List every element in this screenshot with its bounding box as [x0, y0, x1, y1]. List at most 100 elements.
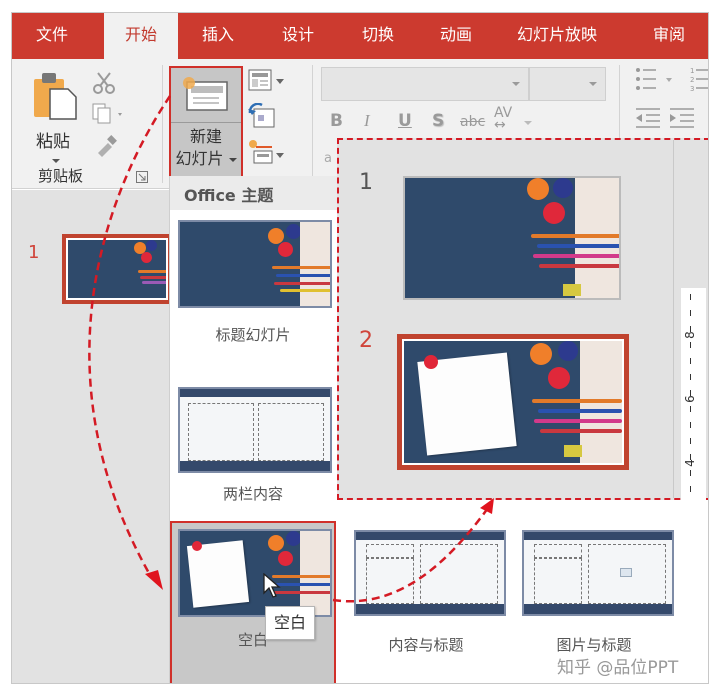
layout-title-slide[interactable]: 标题幻灯片 [170, 216, 336, 351]
header-band [180, 389, 330, 397]
pencils [138, 270, 166, 273]
slide-number: 1 [359, 170, 373, 195]
preview-slide-2[interactable] [397, 334, 629, 470]
dialog-launcher-icon[interactable] [136, 171, 148, 183]
font-name-combobox[interactable] [321, 67, 529, 101]
paste-dropdown-icon[interactable] [52, 159, 60, 163]
chevron-down-icon[interactable] [524, 121, 532, 125]
orange-ball [527, 178, 549, 200]
red-ball [278, 242, 293, 257]
section-icon[interactable] [248, 139, 288, 165]
tab-insert[interactable]: 插入 [184, 13, 252, 59]
red-pin [424, 355, 438, 369]
layout-thumbnail [354, 530, 506, 616]
paste-button[interactable]: 粘贴 [26, 67, 82, 167]
new-slide-button[interactable]: 新建 幻灯片 [169, 66, 243, 182]
reset-icon[interactable] [248, 103, 276, 129]
gallery-title: Office 主题 [184, 186, 274, 205]
ruler-tick [690, 310, 691, 316]
new-slide-label: 新建 幻灯片 [171, 126, 241, 170]
layout-thumbnail [178, 529, 332, 617]
bullets-icon[interactable] [634, 65, 684, 95]
hand-area [575, 178, 619, 298]
ruler-tick [690, 374, 691, 380]
pencils [142, 281, 166, 284]
tab-file[interactable]: 文件 [18, 13, 86, 59]
cut-icon[interactable] [92, 71, 116, 95]
pencils [276, 583, 330, 586]
layout-blank[interactable]: 空白 [170, 521, 336, 683]
layout-label: 两栏内容 [222, 485, 283, 503]
pencils [534, 419, 622, 423]
pencils [533, 254, 619, 258]
layout-tooltip: 空白 [265, 606, 315, 640]
increase-indent-icon[interactable] [668, 107, 696, 129]
tab-home[interactable]: 开始 [104, 13, 178, 59]
strikethrough-button[interactable]: abc [460, 114, 485, 130]
slide-number: 2 [359, 328, 373, 353]
pencils [538, 409, 622, 413]
hand-area [300, 531, 330, 615]
underline-button[interactable]: U [398, 111, 412, 131]
new-slide-label-line2: 幻灯片 [171, 148, 241, 170]
layout-picture-with-caption[interactable]: 图片与标题 [514, 528, 674, 658]
picture-icon [620, 568, 632, 577]
mouse-cursor-icon [263, 573, 281, 598]
layout-icon[interactable] [248, 69, 288, 93]
layout-thumbnail [178, 220, 332, 308]
numbering-icon[interactable]: 1 2 3 [690, 65, 709, 95]
ruler-tick [690, 486, 691, 492]
character-spacing-button[interactable]: AV ↔ [494, 106, 512, 132]
ruler-tick [690, 358, 691, 364]
decrease-indent-icon[interactable] [634, 107, 662, 129]
chevron-down-icon [228, 157, 237, 162]
text-placeholder [534, 558, 582, 604]
new-slide-icon [183, 77, 228, 111]
pencils [280, 289, 330, 292]
svg-text:2: 2 [690, 76, 694, 84]
svg-text:3: 3 [690, 85, 694, 93]
svg-text:1: 1 [690, 67, 694, 75]
new-slide-label-line1: 新建 [189, 127, 222, 146]
ruler-label: 4 [682, 459, 697, 467]
layout-label: 图片与标题 [556, 636, 632, 654]
footer-band [180, 461, 330, 471]
ruler-tick [690, 438, 691, 444]
text-shadow-button[interactable]: S [432, 111, 444, 131]
ruler-tick [690, 342, 691, 348]
slide-image [68, 240, 166, 298]
ruler-tick [690, 406, 691, 412]
content-placeholder [258, 403, 324, 461]
pencils [140, 276, 166, 279]
preview-slide-1[interactable] [403, 176, 621, 300]
new-slide-label-text: 幻灯片 [175, 149, 224, 168]
red-ball [278, 551, 293, 566]
text-placeholder [366, 558, 414, 604]
copy-icon[interactable] [92, 103, 126, 125]
slide-thumbnail-1[interactable] [62, 234, 172, 304]
pencils [531, 234, 619, 238]
tab-design[interactable]: 设计 [264, 13, 332, 59]
tab-review[interactable]: 审阅 [634, 13, 704, 59]
tab-slideshow[interactable]: 幻灯片放映 [502, 13, 612, 59]
hand-area [300, 222, 330, 306]
format-painter-icon[interactable] [94, 135, 118, 157]
group-separator [162, 65, 163, 183]
red-ball [548, 367, 570, 389]
pencils [274, 282, 330, 285]
layout-content-with-caption[interactable]: 内容与标题 [346, 528, 506, 658]
title-placeholder [534, 544, 582, 558]
font-size-combobox[interactable] [529, 67, 606, 101]
content-placeholder [420, 544, 498, 604]
orange-ball [268, 535, 284, 551]
layout-label: 内容与标题 [388, 636, 464, 654]
tab-transitions[interactable]: 切换 [344, 13, 412, 59]
slide-number: 1 [28, 242, 40, 263]
blue-ball [286, 224, 301, 239]
layout-two-content[interactable]: 两栏内容 [170, 381, 336, 506]
tab-animations[interactable]: 动画 [422, 13, 490, 59]
blue-ball [286, 531, 301, 546]
bold-button[interactable]: B [330, 111, 343, 131]
italic-button[interactable]: I [364, 111, 370, 131]
ruler-tick [690, 470, 691, 476]
